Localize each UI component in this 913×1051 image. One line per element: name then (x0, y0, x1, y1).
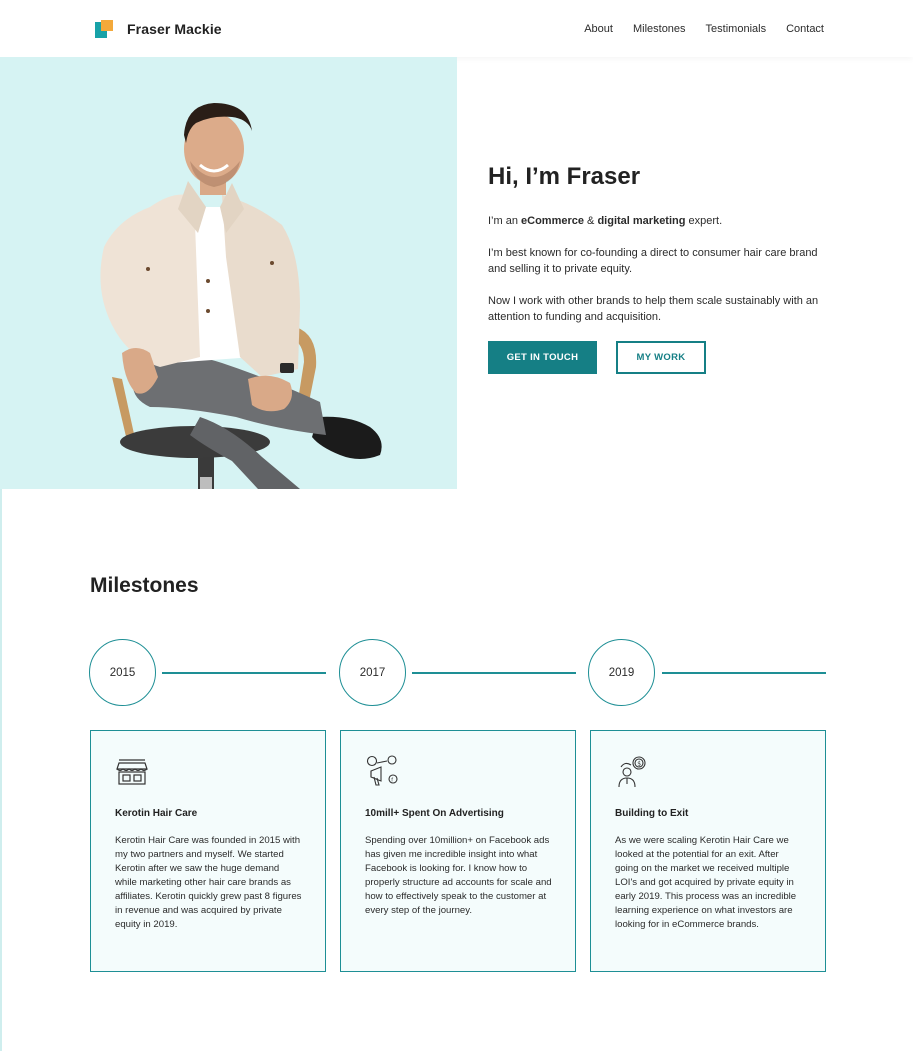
milestones-timeline: 2015 2017 2019 (89, 639, 829, 706)
year-circle-2019: 2019 (588, 639, 655, 706)
investor-exit-icon: $ (618, 756, 646, 788)
timeline-line (162, 672, 326, 674)
hero-title: Hi, I’m Fraser (488, 163, 641, 190)
timeline-line (662, 672, 826, 674)
get-in-touch-button[interactable]: GET IN TOUCH (488, 341, 597, 374)
year-circle-2015: 2015 (89, 639, 156, 706)
brand-name[interactable]: Fraser Mackie (127, 21, 222, 37)
my-work-button[interactable]: MY WORK (616, 341, 706, 374)
card-title: Building to Exit (615, 808, 689, 819)
logo-icon[interactable] (95, 20, 113, 38)
milestones-title: Milestones (90, 574, 199, 597)
card-body: Spending over 10million+ on Facebook ads… (365, 835, 552, 916)
svg-text:$: $ (637, 761, 641, 768)
nav-contact[interactable]: Contact (786, 23, 824, 35)
timeline-line (412, 672, 576, 674)
year-circle-2017: 2017 (339, 639, 406, 706)
hero-photo (0, 57, 457, 489)
hero-paragraph-3: Now I work with other brands to help the… (488, 295, 819, 323)
hero-content: Hi, I’m Fraser I’m an eCommerce & digita… (488, 163, 828, 374)
svg-text:f: f (391, 778, 393, 784)
hero-paragraph-2: I’m best known for co-founding a direct … (488, 247, 818, 275)
card-title: 10mill+ Spent On Advertising (365, 808, 504, 819)
milestone-card: Kerotin Hair Care Kerotin Hair Care was … (90, 730, 326, 972)
hero-intro: I’m an eCommerce & digital marketing exp… (488, 215, 723, 227)
nav-testimonials[interactable]: Testimonials (706, 23, 767, 35)
site-header: Fraser Mackie About Milestones Testimoni… (0, 0, 913, 57)
person-seated-photo (100, 103, 382, 489)
nav-milestones[interactable]: Milestones (633, 23, 686, 35)
nav-about[interactable]: About (584, 23, 613, 35)
card-body: As we were scaling Kerotin Hair Care we … (615, 835, 797, 930)
hero-buttons: GET IN TOUCH MY WORK (488, 341, 828, 374)
milestone-card: $ Building to Exit As we were scaling Ke… (590, 730, 826, 972)
card-body: Kerotin Hair Care was founded in 2015 wi… (115, 835, 302, 930)
card-title: Kerotin Hair Care (115, 808, 198, 819)
milestone-card: f 10mill+ Spent On Advertising Spending … (340, 730, 576, 972)
storefront-icon (116, 759, 148, 785)
main-nav: About Milestones Testimonials Contact (584, 23, 824, 35)
social-advertising-icon: f (366, 755, 398, 786)
